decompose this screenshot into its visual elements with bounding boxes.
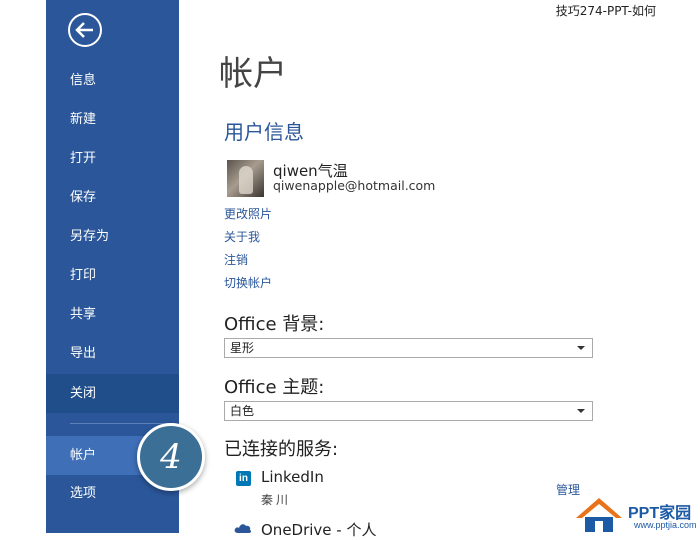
house-logo-icon [576,498,622,532]
left-gutter [0,0,46,533]
linkedin-service-user: 秦川 [261,493,292,507]
watermark-text: 技巧274-PPT-如何 [555,4,656,18]
office-background-value: 星形 [230,341,255,355]
nav-item-export[interactable]: 导出 [46,334,179,373]
logo-url: www.pptjia.com [634,520,697,530]
office-background-label: Office 背景: [224,314,325,335]
sign-out-link[interactable]: 注销 [224,251,248,268]
nav-item-print[interactable]: 打印 [46,256,179,295]
office-theme-label: Office 主题: [224,377,325,398]
nav-item-open[interactable]: 打开 [46,139,179,178]
onedrive-icon [234,524,252,533]
office-theme-select[interactable]: 白色 [224,401,593,421]
switch-account-link[interactable]: 切换帐户 [224,274,272,291]
nav-item-save[interactable]: 保存 [46,178,179,217]
user-email: qiwenapple@hotmail.com [273,178,436,193]
pptjia-logo: PPT家园 www.pptjia.com [574,496,700,533]
avatar[interactable] [227,160,264,197]
onedrive-service-name: OneDrive - 个人 [261,521,377,539]
linkedin-service-name: LinkedIn [261,468,324,486]
nav-item-info[interactable]: 信息 [46,61,179,100]
chevron-down-icon [577,346,585,350]
connected-services-heading: 已连接的服务: [224,439,339,460]
nav-item-new[interactable]: 新建 [46,100,179,139]
office-theme-value: 白色 [230,404,255,418]
back-arrow-icon [68,13,102,47]
nav-item-save-as[interactable]: 另存为 [46,217,179,256]
page-title: 帐户 [219,54,287,94]
about-me-link[interactable]: 关于我 [224,228,260,245]
chevron-down-icon [577,409,585,413]
user-info-heading: 用户信息 [224,120,304,144]
office-background-select[interactable]: 星形 [224,338,593,358]
nav-item-close[interactable]: 关闭 [46,374,179,413]
change-photo-link[interactable]: 更改照片 [224,205,272,222]
nav-item-share[interactable]: 共享 [46,295,179,334]
back-button[interactable] [67,12,103,48]
linkedin-icon: in [236,471,251,486]
step-number-badge: 4 [137,423,205,491]
